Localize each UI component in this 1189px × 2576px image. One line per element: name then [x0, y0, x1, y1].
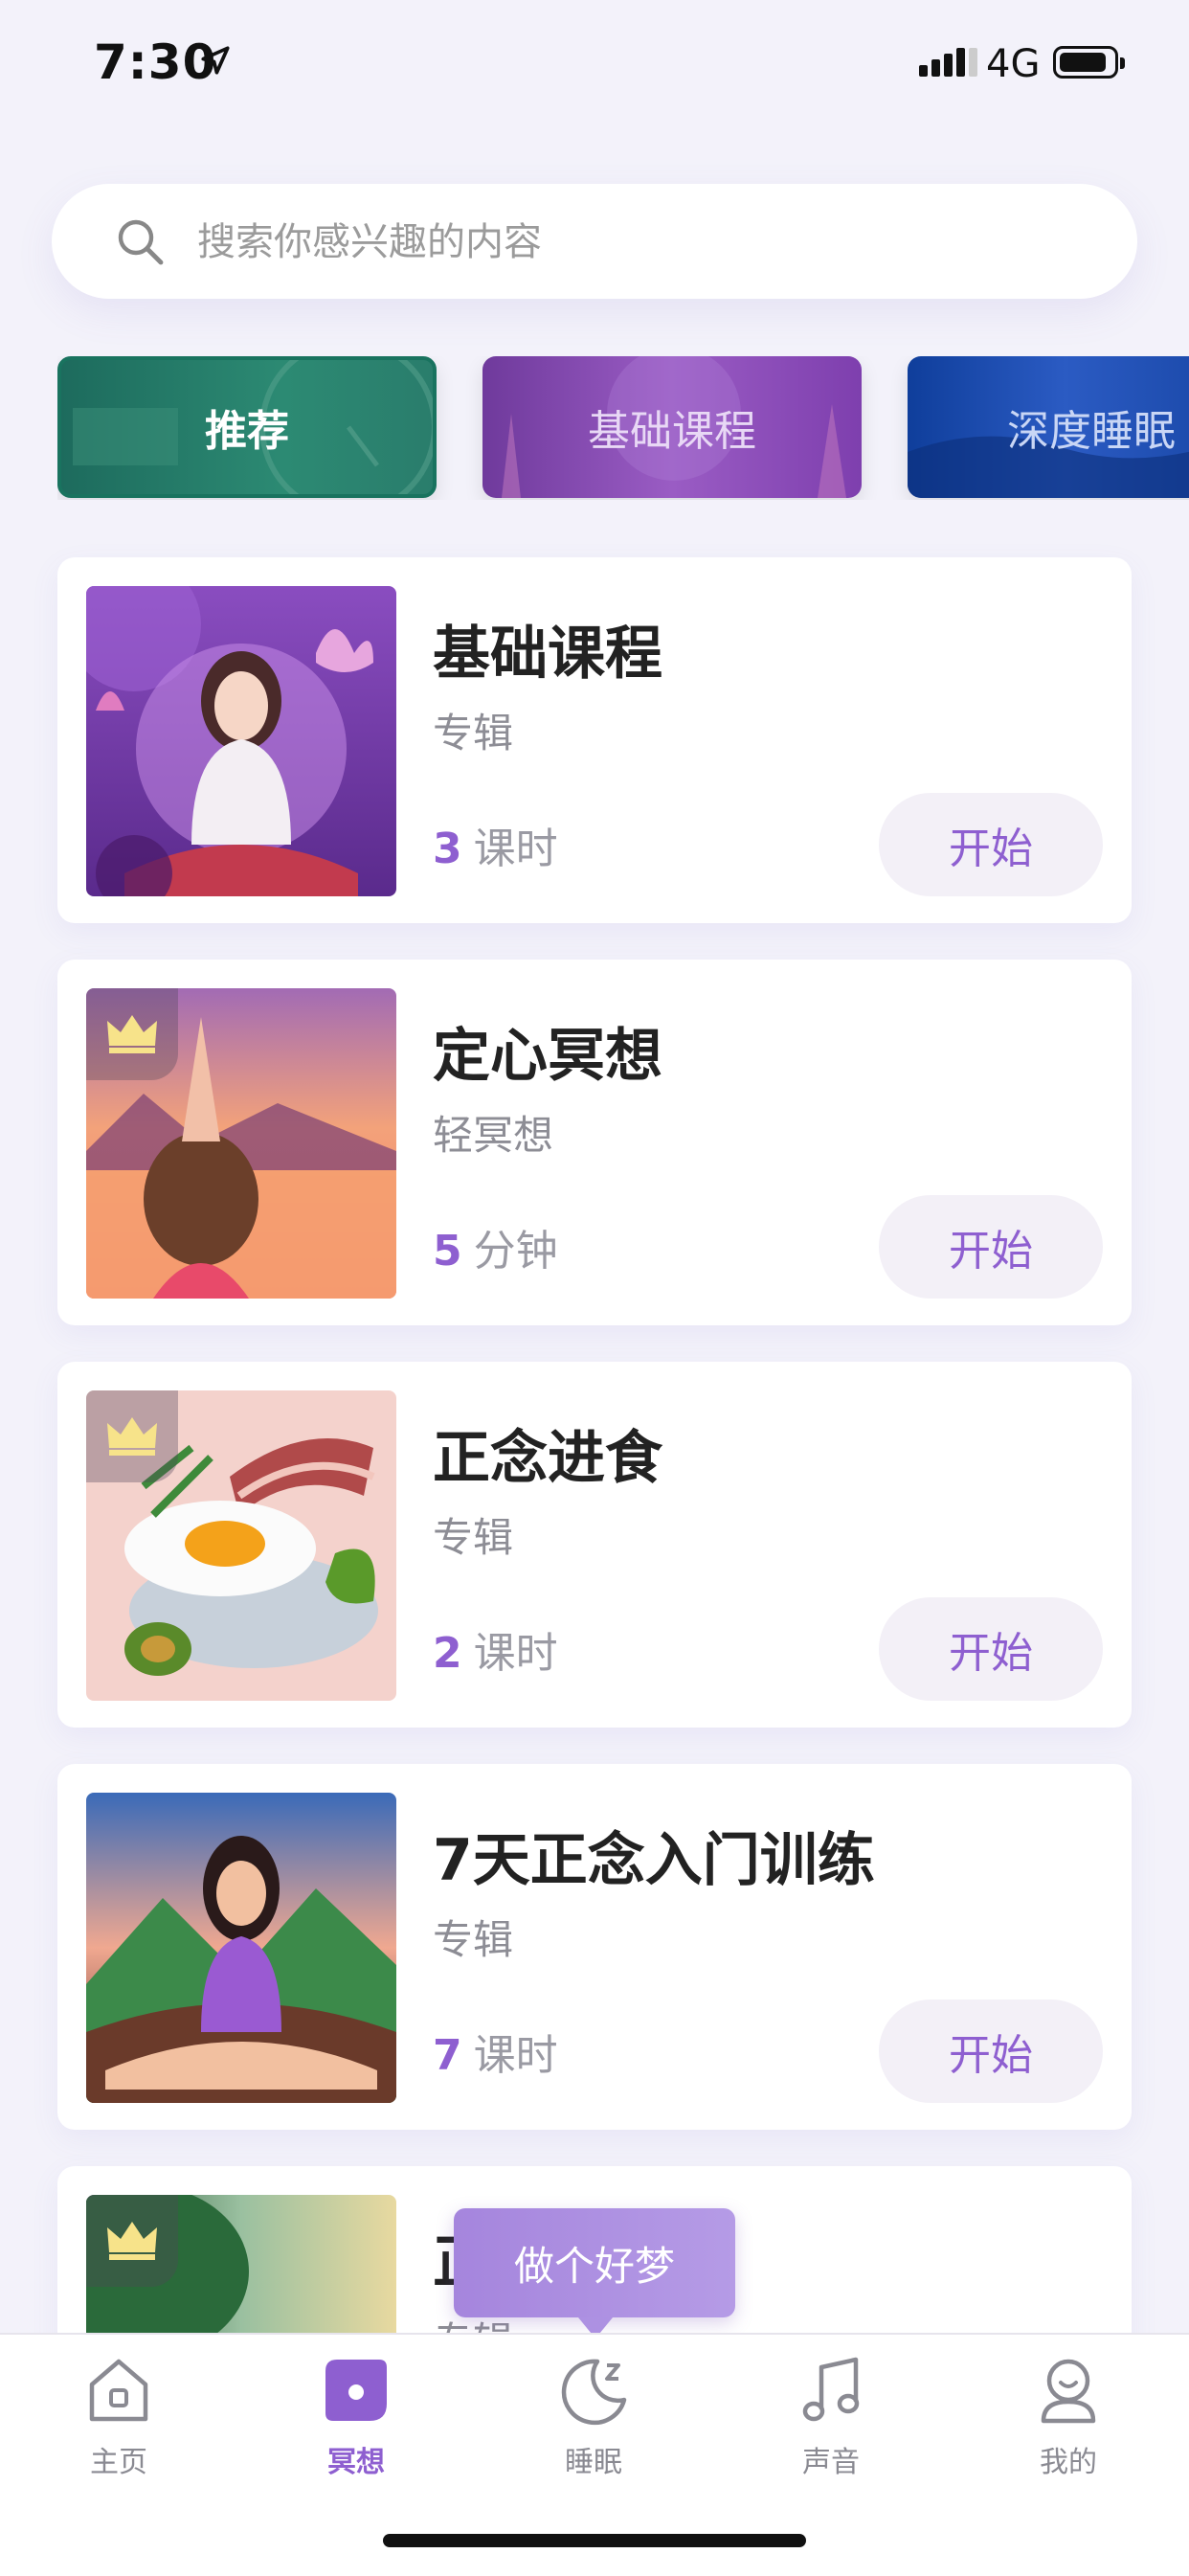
category-label: 深度睡眠 — [1007, 407, 1176, 456]
sunset-lake-image — [86, 988, 396, 1299]
card-title: 7天正念入门训练 — [433, 1827, 875, 1894]
start-button[interactable]: 开始 — [879, 793, 1103, 896]
tab-sounds[interactable]: 声音 — [754, 2352, 908, 2496]
start-button[interactable]: 开始 — [879, 1195, 1103, 1299]
card-subtitle: 轻冥想 — [433, 1112, 554, 1159]
search-bar[interactable] — [52, 184, 1137, 299]
search-input[interactable] — [195, 211, 1061, 274]
card-meta: 3 课时 — [433, 814, 558, 875]
card-subtitle: 专辑 — [433, 1916, 514, 1963]
mountain-meditation-image — [86, 1793, 396, 2103]
sleep-tooltip[interactable]: 做个好梦 — [454, 2208, 735, 2339]
card-count: 2 — [433, 1629, 462, 1678]
home-indicator[interactable] — [383, 2534, 806, 2547]
meditation-icon — [325, 2360, 387, 2421]
start-button[interactable]: 开始 — [879, 1597, 1103, 1701]
crown-icon — [107, 1417, 157, 1456]
category-carousel[interactable]: 推荐 基础课程 深度睡眠 — [57, 356, 1189, 500]
status-bar: 7:30 4G — [0, 0, 1189, 124]
card-subtitle: 专辑 — [433, 1514, 514, 1561]
card-count: 5 — [433, 1227, 462, 1276]
card-title: 基础课程 — [433, 621, 662, 688]
crown-icon — [107, 2222, 157, 2260]
category-label: 推荐 — [205, 407, 289, 456]
list-item[interactable]: 基础课程 专辑 3 课时 开始 — [57, 557, 1132, 923]
card-title: 定心冥想 — [433, 1023, 662, 1090]
list-item[interactable]: 正念进食 专辑 2 课时 开始 — [57, 1362, 1132, 1728]
card-unit: 课时 — [473, 825, 558, 873]
card-unit: 课时 — [473, 1629, 558, 1678]
battery-icon — [1053, 46, 1125, 79]
premium-badge — [86, 988, 178, 1080]
list-item[interactable]: 7天正念入门训练 专辑 7 课时 开始 — [57, 1764, 1132, 2130]
tab-home[interactable]: 主页 — [42, 2352, 195, 2496]
category-recommended[interactable]: 推荐 — [57, 356, 437, 498]
crown-icon — [107, 1015, 157, 1053]
premium-badge — [86, 1390, 178, 1482]
card-meta: 5 分钟 — [433, 1216, 558, 1277]
tab-label: 冥想 — [327, 2446, 385, 2479]
card-unit: 课时 — [473, 2031, 558, 2080]
premium-badge — [86, 2195, 178, 2287]
tab-label: 睡眠 — [565, 2446, 622, 2479]
signal-icon — [919, 48, 981, 77]
tab-label: 声音 — [802, 2446, 860, 2479]
home-icon — [89, 2359, 148, 2422]
card-subtitle: 专辑 — [433, 710, 514, 757]
tab-label: 我的 — [1040, 2446, 1097, 2479]
tab-meditation[interactable]: 冥想 — [280, 2352, 433, 2496]
card-meta: 7 课时 — [433, 2021, 558, 2082]
moon-icon — [561, 2359, 627, 2426]
tab-profile[interactable]: 我的 — [992, 2352, 1145, 2496]
category-deep-sleep[interactable]: 深度睡眠 — [908, 356, 1189, 498]
music-note-icon — [802, 2357, 860, 2422]
card-unit: 分钟 — [473, 1227, 558, 1276]
card-count: 7 — [433, 2031, 462, 2080]
breakfast-food-image — [86, 1390, 396, 1701]
location-arrow-icon — [201, 46, 230, 75]
network-label: 4G — [986, 42, 1041, 86]
tab-sleep[interactable]: 睡眠 — [517, 2352, 670, 2496]
tab-label: 主页 — [90, 2446, 147, 2479]
meditation-lotus-image — [86, 586, 396, 896]
card-meta: 2 课时 — [433, 1618, 558, 1680]
start-button[interactable]: 开始 — [879, 2000, 1103, 2103]
category-basics[interactable]: 基础课程 — [482, 356, 862, 498]
card-count: 3 — [433, 825, 462, 873]
card-title: 正念进食 — [433, 1425, 662, 1492]
list-item[interactable]: 定心冥想 轻冥想 5 分钟 开始 — [57, 960, 1132, 1325]
search-icon — [118, 219, 164, 265]
category-label: 基础课程 — [588, 407, 756, 456]
profile-icon — [1041, 2359, 1096, 2424]
